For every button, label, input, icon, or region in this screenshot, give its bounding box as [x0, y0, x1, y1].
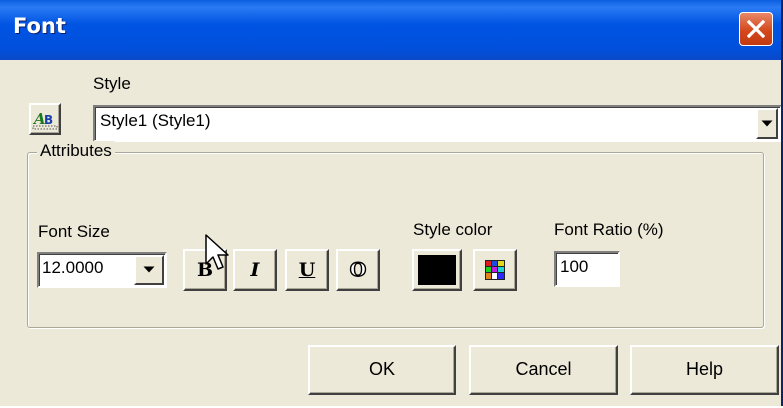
font-size-label: Font Size [38, 222, 110, 241]
outline-button[interactable]: O [336, 249, 380, 291]
font-size-select[interactable]: 12.0000 [37, 252, 167, 288]
svg-text:B: B [44, 113, 53, 127]
italic-button[interactable]: I [233, 249, 277, 291]
style-editor-button[interactable]: A B [29, 103, 61, 135]
style-dropdown-button[interactable] [756, 108, 778, 139]
window-title: Font [13, 14, 66, 38]
help-button[interactable]: Help [630, 345, 779, 395]
outline-icon: O [349, 258, 367, 281]
chevron-down-icon [761, 120, 773, 126]
underline-button[interactable]: U [285, 249, 329, 291]
font-style-icon: A B [32, 110, 58, 130]
cancel-button[interactable]: Cancel [469, 345, 618, 395]
close-button[interactable] [739, 12, 773, 46]
style-select[interactable]: Style1 (Style1) [93, 105, 781, 142]
color-picker-button[interactable] [473, 249, 517, 291]
close-icon [747, 20, 765, 38]
style-color-label: Style color [413, 220, 493, 239]
attributes-group [27, 152, 764, 328]
ok-button[interactable]: OK [308, 345, 456, 395]
mouse-cursor-icon [205, 234, 229, 270]
font-ratio-value: 100 [560, 257, 589, 276]
style-select-value: Style1 (Style1) [100, 111, 211, 130]
underline-icon: U [298, 259, 316, 281]
color-palette-icon [485, 260, 505, 280]
font-ratio-input[interactable]: 100 [554, 251, 620, 287]
font-size-dropdown-button[interactable] [134, 255, 164, 285]
chevron-down-icon [143, 266, 155, 273]
italic-icon: I [250, 259, 260, 281]
ok-button-label: OK [368, 359, 395, 379]
font-ratio-label: Font Ratio (%) [554, 220, 664, 239]
font-dialog: Font Style A B Style1 (Style1) Attribute… [0, 0, 783, 406]
help-button-label: Help [685, 359, 724, 379]
attributes-group-label: Attributes [37, 141, 115, 161]
color-swatch [418, 255, 456, 285]
style-label: Style [93, 74, 131, 93]
style-color-swatch[interactable] [412, 249, 462, 291]
font-size-value: 12.0000 [42, 258, 104, 277]
title-bar[interactable]: Font [0, 0, 781, 60]
cancel-button-label: Cancel [515, 359, 572, 379]
